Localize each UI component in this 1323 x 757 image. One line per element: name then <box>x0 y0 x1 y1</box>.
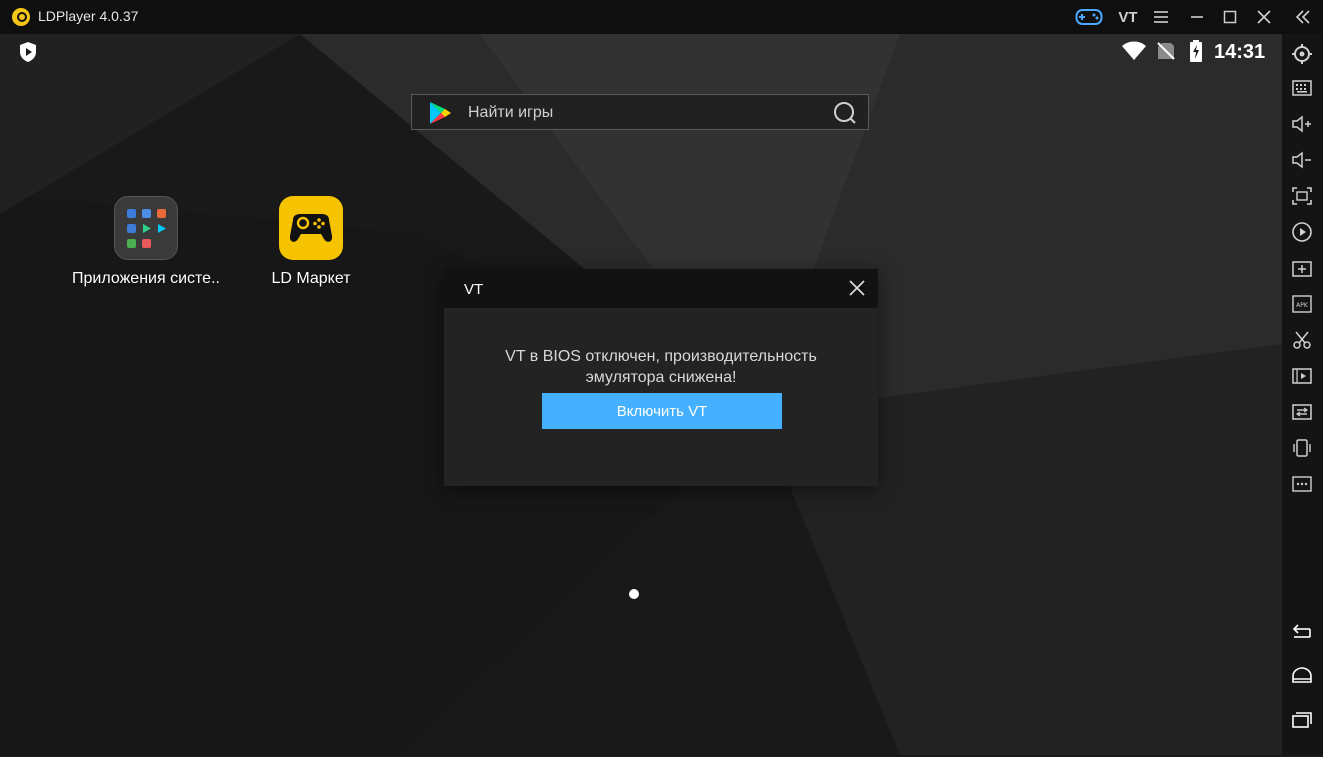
recents-icon[interactable] <box>1290 708 1314 732</box>
shield-icon <box>20 42 36 62</box>
home-icon[interactable] <box>1290 664 1314 688</box>
keyboard-icon[interactable] <box>1290 76 1314 100</box>
gamepad-icon[interactable] <box>1074 5 1104 29</box>
menu-icon[interactable] <box>1150 5 1172 29</box>
enable-vt-button[interactable]: Включить VT <box>542 393 782 429</box>
back-icon[interactable] <box>1290 620 1314 644</box>
ld-market-icon <box>279 196 343 260</box>
vt-dialog: VT VT в BIOS отключен, производительност… <box>444 269 878 486</box>
dialog-message: VT в BIOS отключен, производительность э… <box>444 346 878 388</box>
app-system-folder[interactable]: Приложения систе.. <box>61 196 231 288</box>
collapse-sidebar-icon[interactable] <box>1292 5 1314 29</box>
svg-text:APK: APK <box>1296 302 1309 309</box>
window-title: LDPlayer 4.0.37 <box>38 8 139 24</box>
dialog-message-line2: эмулятора снижена! <box>585 369 737 386</box>
fullscreen-icon[interactable] <box>1290 184 1314 208</box>
search-icon[interactable] <box>833 101 857 125</box>
folder-icon <box>114 196 178 260</box>
close-icon[interactable] <box>1253 5 1275 29</box>
android-screen[interactable]: 14:31 Найти игры Приложения систе.. LD М… <box>0 34 1282 755</box>
dialog-header: VT <box>444 269 878 308</box>
battery-charging-icon <box>1190 40 1202 62</box>
shake-icon[interactable] <box>1290 436 1314 460</box>
maximize-icon[interactable] <box>1219 5 1241 29</box>
sync-icon[interactable] <box>1290 400 1314 424</box>
play-store-icon <box>430 102 451 124</box>
add-window-icon[interactable] <box>1290 256 1314 280</box>
app-ld-market[interactable]: LD Маркет <box>226 196 396 288</box>
wifi-icon <box>1122 41 1146 60</box>
minimize-icon[interactable] <box>1186 5 1208 29</box>
side-toolbar: APK <box>1282 34 1323 755</box>
dialog-close-icon[interactable] <box>848 279 866 297</box>
volume-down-icon[interactable] <box>1290 148 1314 172</box>
volume-up-icon[interactable] <box>1290 112 1314 136</box>
video-icon[interactable] <box>1290 364 1314 388</box>
search-placeholder: Найти игры <box>468 104 554 121</box>
ldplayer-window: LDPlayer 4.0.37 VT 14:31 Найти игры Прил… <box>0 0 1323 757</box>
dialog-message-line1: VT в BIOS отключен, производительность <box>505 348 817 365</box>
search-input[interactable]: Найти игры <box>411 94 869 130</box>
status-time: 14:31 <box>1214 41 1266 63</box>
more-icon[interactable] <box>1290 472 1314 496</box>
record-icon[interactable] <box>1290 220 1314 244</box>
no-sim-icon <box>1157 42 1175 60</box>
vt-button[interactable]: VT <box>1115 5 1141 29</box>
app-label: Приложения систе.. <box>72 270 220 287</box>
title-bar: LDPlayer 4.0.37 VT <box>0 0 1323 34</box>
scissors-icon[interactable] <box>1290 328 1314 352</box>
page-indicator-dot <box>629 589 639 599</box>
apk-icon[interactable]: APK <box>1290 292 1314 316</box>
dialog-title: VT <box>464 281 484 298</box>
ldplayer-logo-icon <box>12 8 30 26</box>
app-label: LD Маркет <box>271 270 351 287</box>
settings-icon[interactable] <box>1290 42 1314 66</box>
